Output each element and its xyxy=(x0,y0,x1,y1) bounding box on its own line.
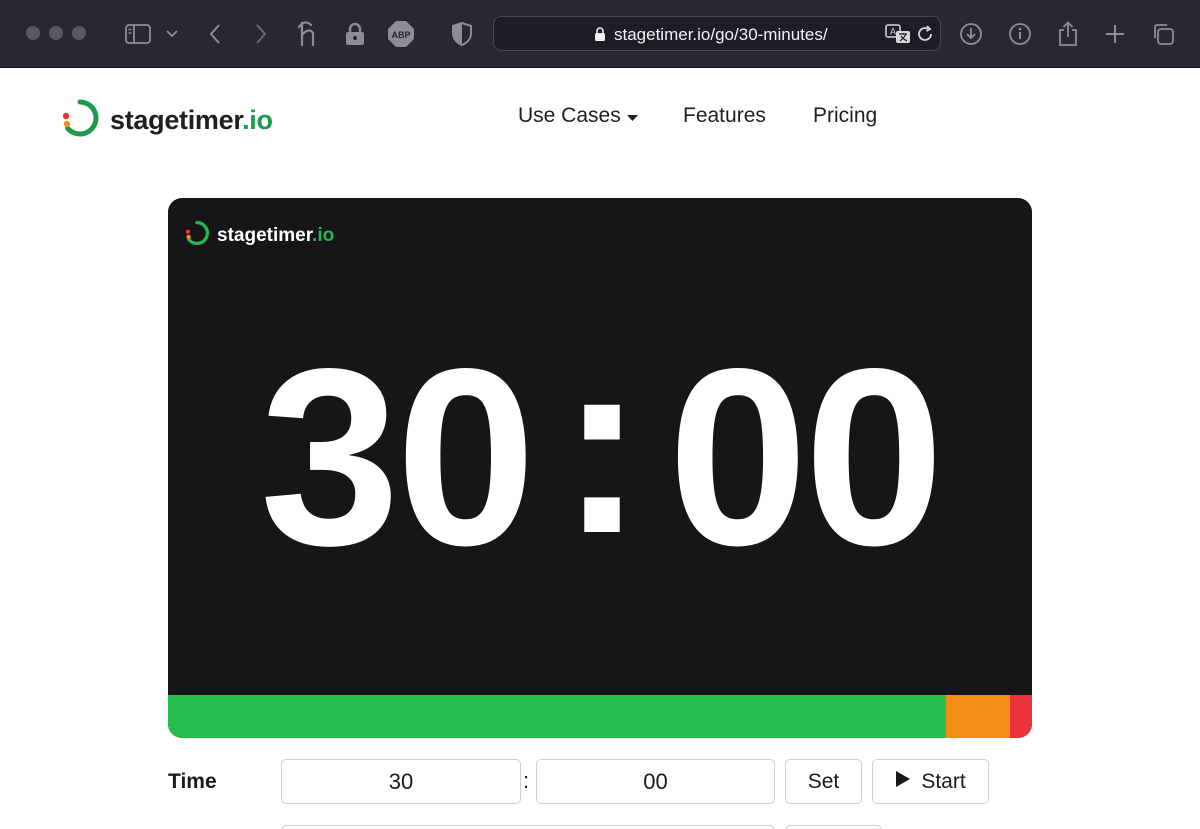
countdown-clock: 30 : 00 xyxy=(168,320,1032,584)
window-controls xyxy=(26,26,86,40)
clock-minutes: 30 xyxy=(259,317,536,598)
time-separator: : xyxy=(523,768,530,793)
info-icon[interactable] xyxy=(1006,20,1034,48)
nav-features[interactable]: Features xyxy=(683,104,766,128)
download-icon[interactable] xyxy=(957,20,985,48)
reload-icon[interactable] xyxy=(916,25,934,48)
timer-logo-tld: .io xyxy=(312,224,335,246)
privacy-shield-icon[interactable] xyxy=(448,20,476,48)
logo-text: stagetimer.io xyxy=(110,105,273,136)
sidebar-icon[interactable] xyxy=(124,20,152,48)
caret-down-icon xyxy=(626,104,638,128)
progress-segment-orange xyxy=(946,695,1011,738)
set-button[interactable]: Set xyxy=(785,759,862,804)
next-row-button[interactable] xyxy=(785,825,882,829)
minutes-input[interactable] xyxy=(281,759,521,804)
address-bar[interactable]: stagetimer.io/go/30-minutes/ A xyxy=(493,16,941,51)
share-icon[interactable] xyxy=(1054,20,1082,48)
progress-segment-red xyxy=(1010,695,1032,738)
site-logo[interactable]: stagetimer.io xyxy=(60,98,273,143)
url-text[interactable]: stagetimer.io/go/30-minutes/ xyxy=(614,25,828,45)
nav-use-cases-label: Use Cases xyxy=(518,104,621,127)
nav-pricing[interactable]: Pricing xyxy=(813,104,877,128)
logo-tld: .io xyxy=(242,105,273,135)
forward-icon[interactable] xyxy=(247,20,275,48)
stagetimer-logo-icon xyxy=(184,220,210,251)
timer-logo-text: stagetimer.io xyxy=(217,225,334,247)
stagetimer-logo-icon xyxy=(60,98,100,143)
lock-icon xyxy=(594,26,606,47)
tab-overview-icon[interactable] xyxy=(1149,20,1177,48)
adblock-plus-icon[interactable]: ABP xyxy=(387,20,415,48)
progress-bar xyxy=(168,695,1032,738)
timer-logo: stagetimer.io xyxy=(184,220,334,251)
honey-extension-icon[interactable] xyxy=(295,20,323,48)
clock-colon: : xyxy=(560,305,644,586)
chevron-down-icon[interactable] xyxy=(160,20,184,48)
svg-text:A: A xyxy=(890,28,897,38)
start-button-label: Start xyxy=(921,769,966,793)
timer-logo-name: stagetimer xyxy=(217,224,313,246)
minimize-window-button[interactable] xyxy=(49,26,63,40)
nav-features-label: Features xyxy=(683,104,766,127)
progress-segment-green xyxy=(168,695,947,738)
new-tab-icon[interactable] xyxy=(1101,20,1129,48)
next-row-input[interactable] xyxy=(281,825,775,829)
back-icon[interactable] xyxy=(201,20,229,48)
timer-display: stagetimer.io 30 : 00 xyxy=(168,198,1032,738)
browser-toolbar: ABP stagetimer.io/go/30-minutes/ A xyxy=(0,0,1200,68)
nav-pricing-label: Pricing xyxy=(813,104,878,127)
time-label: Time xyxy=(168,770,217,793)
clock-seconds: 00 xyxy=(667,317,944,598)
nav-use-cases[interactable]: Use Cases xyxy=(518,104,638,128)
seconds-input[interactable] xyxy=(536,759,775,804)
adblock-label: ABP xyxy=(391,30,410,40)
logo-name: stagetimer xyxy=(110,105,243,135)
start-button[interactable]: Start xyxy=(872,759,989,804)
play-icon xyxy=(895,770,911,794)
set-button-label: Set xyxy=(807,769,840,793)
zoom-window-button[interactable] xyxy=(72,26,86,40)
translate-icon[interactable]: A xyxy=(885,24,911,49)
close-window-button[interactable] xyxy=(26,26,40,40)
lock-extension-icon[interactable] xyxy=(341,20,369,48)
